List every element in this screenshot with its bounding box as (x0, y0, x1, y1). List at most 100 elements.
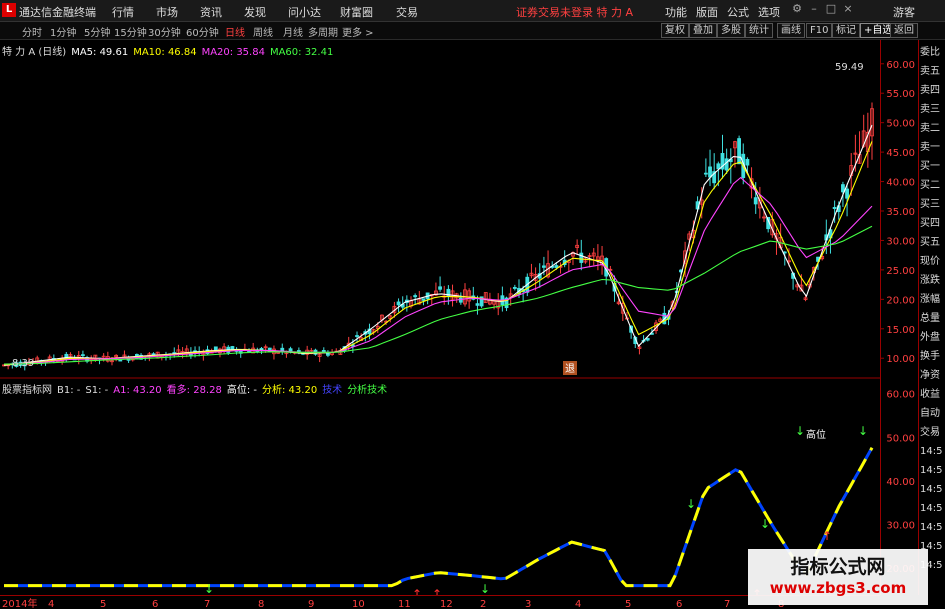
right-menu-1[interactable]: 版面 (696, 4, 718, 20)
candle-body (355, 335, 359, 337)
menu-5[interactable]: 财富圈 (340, 4, 373, 20)
time-tick: 10 (352, 599, 365, 609)
time-tick: 4 (48, 599, 54, 609)
price-tick: 15.00 (886, 325, 915, 336)
candle-body (475, 303, 480, 306)
period-button-3[interactable]: 15分钟 (114, 24, 147, 39)
price-axis: 60.00 55.00 50.00 45.00 40.00 35.00 30.00 25.00… (880, 40, 915, 595)
side-label-2[interactable]: 卖四 (920, 82, 945, 99)
side-label-16[interactable]: 换手 (920, 348, 945, 365)
side-label-9[interactable]: 买四 (920, 215, 945, 232)
tool-button-4[interactable]: 画线 (777, 23, 805, 38)
side-label-25[interactable]: 14:5 (920, 519, 945, 536)
price-tick: 20.00 (886, 295, 915, 306)
side-label-0[interactable]: 委比 (920, 44, 945, 61)
tool-button-5[interactable]: F10 (806, 23, 833, 38)
candle-body (745, 159, 750, 166)
candle-body (645, 338, 650, 341)
candle-body (151, 353, 156, 356)
period-button-8[interactable]: 月线 (283, 24, 303, 39)
side-label-23[interactable]: 14:5 (920, 481, 945, 498)
candle-body (296, 350, 301, 352)
watermark-url: www.zbgs3.com (769, 579, 907, 597)
side-label-6[interactable]: 买一 (920, 158, 945, 175)
menu-1[interactable]: 市场 (156, 4, 178, 20)
candle-body (421, 298, 426, 301)
side-label-5[interactable]: 卖一 (920, 139, 945, 156)
candle-body (703, 172, 708, 175)
maximize-icon[interactable]: □ (824, 2, 838, 16)
tool-button-1[interactable]: 叠加 (689, 23, 717, 38)
side-label-8[interactable]: 买三 (920, 196, 945, 213)
app-title: 通达信金融终端 (19, 6, 96, 19)
right-menu-3[interactable]: 选项 (758, 4, 780, 20)
quote-side-panel: 委比卖五卖四卖三卖二卖一买一买二买三买四买五现价涨跌涨幅总量外盘换手净资收益自动… (918, 40, 945, 595)
sub_legend-item-0: B1: - (57, 385, 81, 396)
tool-button-0[interactable]: 复权 (661, 23, 689, 38)
side-label-18[interactable]: 收益 (920, 386, 945, 403)
right-menu-2[interactable]: 公式 (727, 4, 749, 20)
close-icon[interactable]: × (841, 2, 855, 16)
menu-4[interactable]: 问小达 (288, 4, 321, 20)
sub_legend-item-5: 分析: 43.20 (262, 385, 318, 396)
candle-body (724, 158, 729, 171)
side-label-24[interactable]: 14:5 (920, 500, 945, 517)
time-tick: 5 (625, 599, 631, 609)
menu-2[interactable]: 资讯 (200, 4, 222, 20)
side-label-19[interactable]: 自动 (920, 405, 945, 422)
right-menu-0[interactable]: 功能 (665, 4, 687, 20)
side-label-4[interactable]: 卖二 (920, 120, 945, 137)
period-button-1[interactable]: 1分钟 (50, 24, 76, 39)
side-label-21[interactable]: 14:5 (920, 443, 945, 460)
side-label-11[interactable]: 现价 (920, 253, 945, 270)
side-label-10[interactable]: 买五 (920, 234, 945, 251)
tool-button-6[interactable]: 标记 (832, 23, 860, 38)
side-label-3[interactable]: 卖三 (920, 101, 945, 118)
menu-6[interactable]: 交易 (396, 4, 418, 20)
minimize-icon[interactable]: – (807, 2, 821, 16)
side-label-7[interactable]: 买二 (920, 177, 945, 194)
period-button-0[interactable]: 分时 (22, 24, 42, 39)
period-button-10[interactable]: 更多 > (342, 24, 374, 39)
candlesticks (2, 102, 874, 371)
tool-button-8[interactable]: 返回 (890, 23, 918, 38)
price-tick: 45.00 (886, 148, 915, 159)
side-label-15[interactable]: 外盘 (920, 329, 945, 346)
main_legend-item-0: MA5: 49.61 (71, 47, 129, 58)
side-label-13[interactable]: 涨幅 (920, 291, 945, 308)
candle-body (81, 354, 85, 357)
tool-button-3[interactable]: 统计 (745, 23, 773, 38)
period-button-5[interactable]: 60分钟 (186, 24, 219, 39)
menu-0[interactable]: 行情 (112, 4, 134, 20)
side-label-1[interactable]: 卖五 (920, 63, 945, 80)
side-label-14[interactable]: 总量 (920, 310, 945, 327)
kline-chart[interactable]: 59.498.39退高位↓↓↓↓↓↓↑↑↑↑ (0, 40, 880, 595)
side-label-12[interactable]: 涨跌 (920, 272, 945, 289)
sub-tick: 50.00 (886, 433, 915, 444)
sub_legend-item-4: 高位: - (226, 385, 257, 396)
menu-3[interactable]: 发现 (244, 4, 266, 20)
period-button-2[interactable]: 5分钟 (84, 24, 110, 39)
time-tick: 4 (575, 599, 581, 609)
period-button-9[interactable]: 多周期 (308, 24, 338, 39)
side-label-22[interactable]: 14:5 (920, 462, 945, 479)
period-button-7[interactable]: 周线 (253, 24, 273, 39)
side-label-17[interactable]: 净资 (920, 367, 945, 384)
ma-line-ma60 (3, 225, 873, 365)
indicator-lines (4, 447, 874, 588)
sub_legend-name: 股票指标网 (2, 385, 52, 396)
login-notice[interactable]: 证券交易未登录 特 力 A (516, 4, 633, 20)
price-tick: 60.00 (886, 60, 915, 71)
period-toolbar: 分时 1分钟 5分钟 15分钟 30分钟 60分钟 日线 周线 月线 多周期 更多 > 复权 叠加 多股统… (0, 22, 945, 40)
period-button-6[interactable]: 日线 (225, 24, 245, 39)
price-tick: 10.00 (886, 354, 915, 365)
tool-button-2[interactable]: 多股 (717, 23, 745, 38)
candle-body (753, 197, 758, 205)
settings-icon[interactable]: ⚙ (790, 2, 804, 16)
guest-login[interactable]: 游客 (893, 4, 915, 20)
time-tick: 2 (480, 599, 486, 609)
candle-body (708, 166, 712, 178)
side-label-20[interactable]: 交易 (920, 424, 945, 441)
period-button-4[interactable]: 30分钟 (148, 24, 181, 39)
candle-body (512, 286, 517, 289)
